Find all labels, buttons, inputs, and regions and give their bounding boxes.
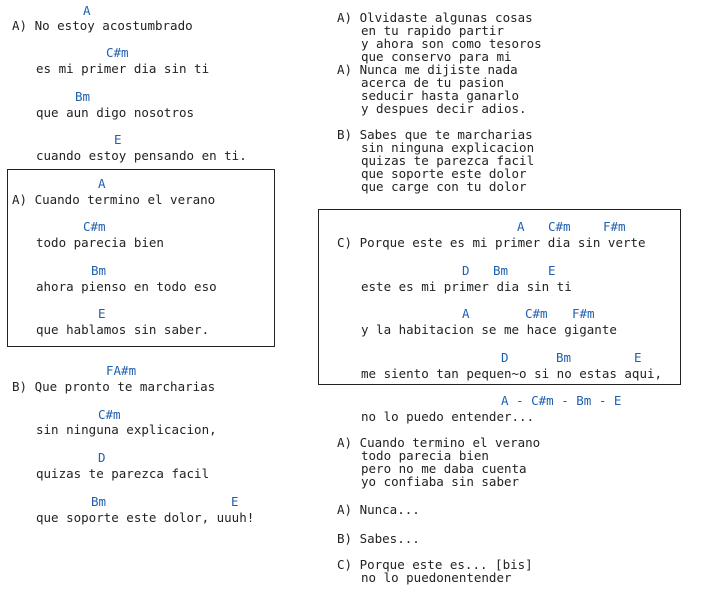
lyric-line: que soporte este dolor, uuuh! xyxy=(36,510,255,525)
chord: D xyxy=(462,263,470,278)
lyric-line: A) Cuando termino el verano xyxy=(12,192,216,207)
chord: C#m xyxy=(525,306,548,321)
chord: FA#m xyxy=(106,363,137,378)
chord: C#m xyxy=(548,219,571,234)
lyric-line: B) Que pronto te marcharias xyxy=(12,379,216,394)
lyric-line: no lo puedo entender... xyxy=(361,409,535,424)
chord: A xyxy=(462,306,470,321)
chord: Bm xyxy=(556,350,572,365)
lyric-line: no lo puedonentender xyxy=(361,570,512,585)
chord: E xyxy=(114,132,122,147)
chord: A xyxy=(517,219,525,234)
chord: Bm xyxy=(91,494,107,509)
lyric-line: A) No estoy acostumbrado xyxy=(12,18,193,33)
chord: Bm xyxy=(91,263,107,278)
chord: F#m xyxy=(603,219,626,234)
chord-progression: A - C#m - Bm - E xyxy=(501,393,622,408)
chord: E xyxy=(548,263,556,278)
chord: C#m xyxy=(98,407,121,422)
lyric-line: que aun digo nosotros xyxy=(36,105,195,120)
chord: F#m xyxy=(572,306,595,321)
lyric-line: A) Nunca... xyxy=(337,502,420,517)
lyric-line: que hablamos sin saber. xyxy=(36,322,210,337)
lyric-line: es mi primer dia sin ti xyxy=(36,61,210,76)
chord: Bm xyxy=(75,89,91,104)
lyric-line: este es mi primer dia sin ti xyxy=(361,279,572,294)
chord: C#m xyxy=(83,219,106,234)
lyric-line: y la habitacion se me hace gigante xyxy=(361,322,617,337)
chord: A xyxy=(98,176,106,191)
lyric-line: y despues decir adios. xyxy=(361,101,527,116)
lyric-line: B) Sabes... xyxy=(337,531,420,546)
lyric-line: yo confiaba sin saber xyxy=(361,474,520,489)
lyric-line: todo parecia bien xyxy=(36,235,164,250)
lyric-line: sin ninguna explicacion, xyxy=(36,422,217,437)
chord: D xyxy=(501,350,509,365)
lyric-line: quizas te parezca facil xyxy=(36,466,210,481)
chord: D xyxy=(98,450,106,465)
lyric-line: ahora pienso en todo eso xyxy=(36,279,217,294)
lyric-line: me siento tan pequen~o si no estas aqui, xyxy=(361,366,663,381)
chord: A xyxy=(83,3,91,18)
lyric-line: cuando estoy pensando en ti. xyxy=(36,148,247,163)
chord: E xyxy=(98,306,106,321)
lyric-line: C) Porque este es mi primer dia sin vert… xyxy=(337,235,646,250)
lyric-line: que carge con tu dolor xyxy=(361,179,527,194)
chord: E xyxy=(634,350,642,365)
chord: C#m xyxy=(106,45,129,60)
chord: E xyxy=(231,494,239,509)
chord: Bm xyxy=(493,263,509,278)
